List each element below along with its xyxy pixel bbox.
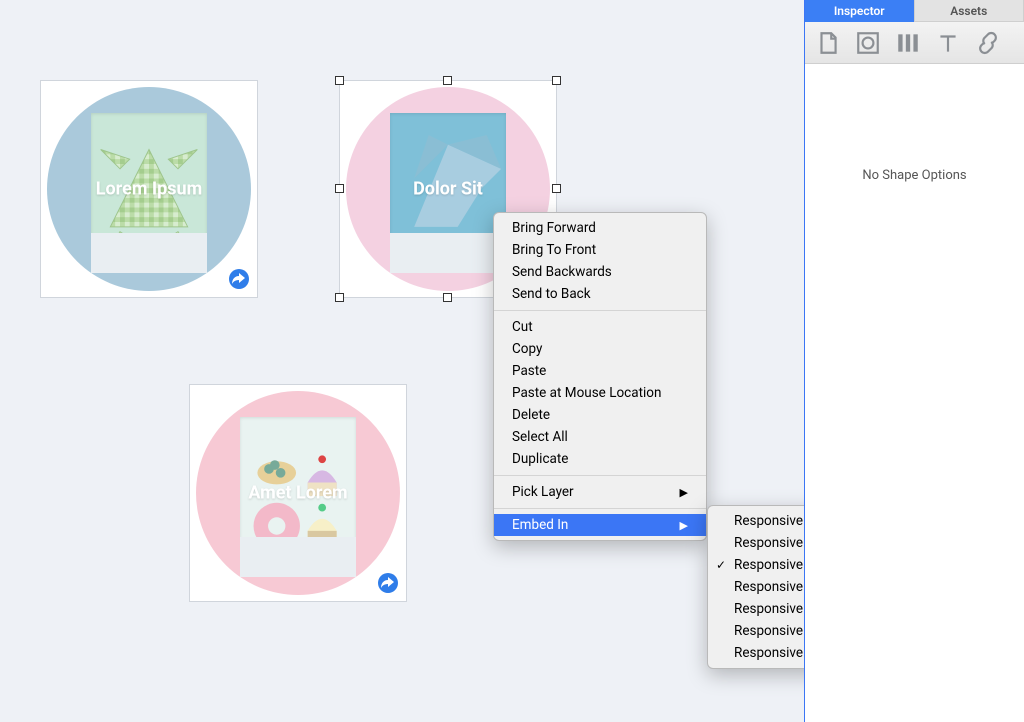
card-caption: Dolor Sit [340, 179, 556, 200]
selection-handle-e[interactable] [552, 184, 561, 193]
chevron-right-icon: ▶ [680, 486, 688, 499]
share-icon[interactable] [229, 269, 249, 289]
card-paper-lower [91, 233, 207, 273]
tab-inspector[interactable]: Inspector [805, 0, 915, 22]
sidebar-body: No Shape Options [805, 64, 1024, 722]
card-paper-lower [390, 233, 506, 273]
menu-duplicate[interactable]: Duplicate [494, 448, 706, 470]
menu-paste-at-mouse[interactable]: Paste at Mouse Location [494, 382, 706, 404]
card-paper-lower [240, 537, 356, 577]
checkmark-icon: ✓ [716, 558, 726, 572]
canvas-card[interactable]: Amet Lorem [189, 384, 407, 602]
menu-send-to-back[interactable]: Send to Back [494, 283, 706, 305]
menu-embed-in[interactable]: Embed In ▶ [494, 514, 706, 536]
selection-handle-sw[interactable] [335, 293, 344, 302]
menu-copy[interactable]: Copy [494, 338, 706, 360]
inspector-toolbar [805, 22, 1024, 64]
canvas-card[interactable]: Lorem Ipsum [40, 80, 258, 298]
inspector-sidebar: Inspector Assets No Shape Options [804, 0, 1024, 722]
menu-separator [494, 475, 706, 476]
selection-handle-n[interactable] [443, 76, 452, 85]
columns-icon[interactable] [895, 30, 921, 56]
selection-handle-nw[interactable] [335, 76, 344, 85]
selection-handle-w[interactable] [335, 184, 344, 193]
menu-pick-layer[interactable]: Pick Layer ▶ [494, 481, 706, 503]
menu-separator [494, 508, 706, 509]
no-shape-options-label: No Shape Options [862, 168, 966, 183]
selection-handle-s[interactable] [443, 293, 452, 302]
selection-handle-ne[interactable] [552, 76, 561, 85]
sidebar-tabs: Inspector Assets [805, 0, 1024, 22]
menu-send-backwards[interactable]: Send Backwards [494, 261, 706, 283]
share-icon[interactable] [378, 573, 398, 593]
card-caption: Lorem Ipsum [41, 179, 257, 200]
lens-icon[interactable] [855, 30, 881, 56]
text-icon[interactable] [935, 30, 961, 56]
menu-paste[interactable]: Paste [494, 360, 706, 382]
chevron-right-icon: ▶ [680, 519, 688, 532]
page-icon[interactable] [815, 30, 841, 56]
menu-separator [494, 310, 706, 311]
menu-delete[interactable]: Delete [494, 404, 706, 426]
context-menu: Bring Forward Bring To Front Send Backwa… [493, 212, 707, 541]
card-caption: Amet Lorem [190, 483, 406, 504]
menu-select-all[interactable]: Select All [494, 426, 706, 448]
menu-bring-to-front[interactable]: Bring To Front [494, 239, 706, 261]
menu-bring-forward[interactable]: Bring Forward [494, 217, 706, 239]
tab-assets[interactable]: Assets [915, 0, 1024, 22]
link-icon[interactable] [975, 30, 1001, 56]
menu-cut[interactable]: Cut [494, 316, 706, 338]
